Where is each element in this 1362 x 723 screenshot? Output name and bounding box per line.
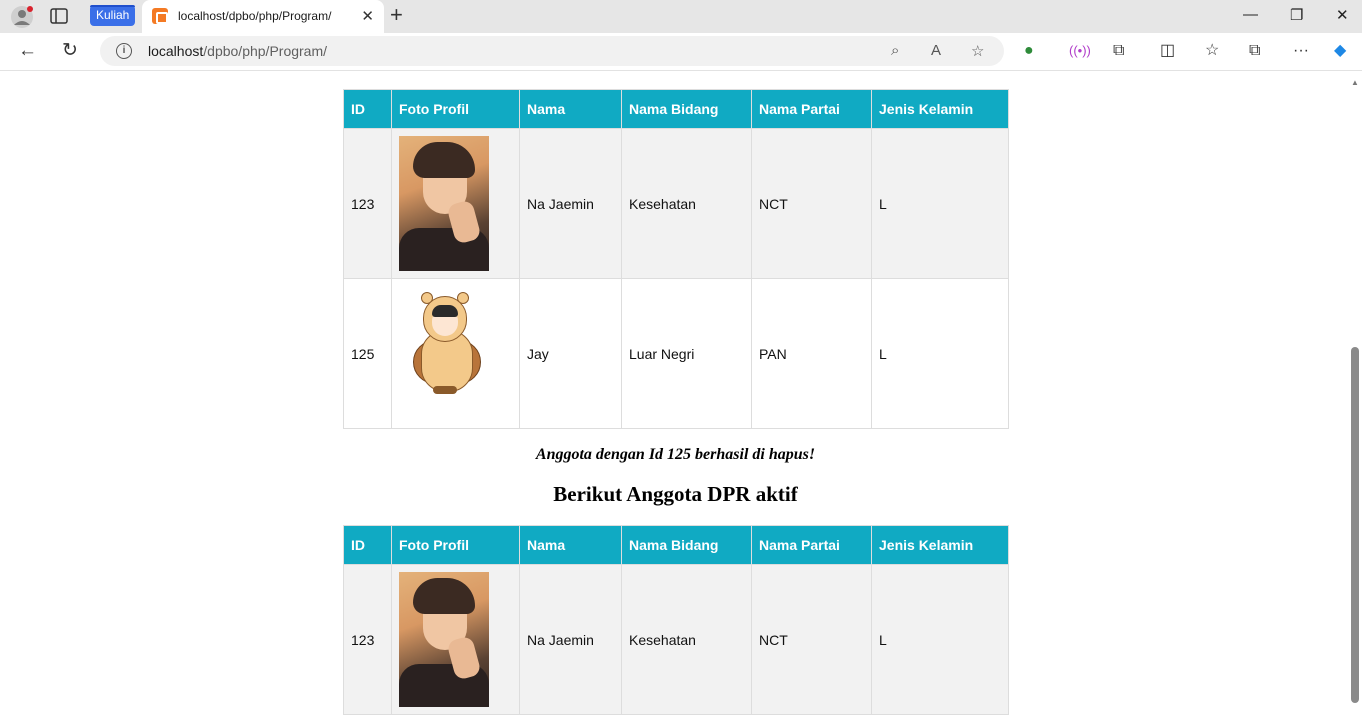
members-table-active: ID Foto Profil Nama Nama Bidang Nama Par…	[343, 525, 1009, 715]
cell-partai: PAN	[751, 278, 872, 429]
header-nama: Nama	[519, 525, 622, 565]
delete-success-message: Anggota dengan Id 125 berhasil di hapus!	[535, 446, 816, 463]
browser-tab-strip: Kuliah localhost/dpbo/php/Program/ ✕ + —…	[0, 0, 1362, 33]
cell-id: 123	[343, 128, 392, 279]
table-header-row: ID Foto Profil Nama Nama Bidang Nama Par…	[343, 89, 1009, 129]
copilot-icon[interactable]: ◆	[1334, 41, 1346, 61]
favorites-icon[interactable]: ☆	[1205, 41, 1219, 61]
active-members-heading: Berikut Anggota DPR aktif	[553, 482, 798, 506]
extensions-puzzle-icon[interactable]: ⧉	[1113, 41, 1124, 61]
cell-jenis-kelamin: L	[871, 128, 1009, 279]
extension-globe-icon[interactable]: ●	[1024, 41, 1034, 61]
header-nama-partai: Nama Partai	[751, 525, 872, 565]
cell-id: 123	[343, 564, 392, 715]
address-bar[interactable]: i localhost/dpbo/php/Program/ ⌕ A ☆	[100, 36, 1004, 66]
zoom-icon[interactable]: ⌕	[891, 42, 899, 59]
header-nama: Nama	[519, 89, 622, 129]
cell-jenis-kelamin: L	[871, 278, 1009, 429]
header-nama-bidang: Nama Bidang	[621, 525, 752, 565]
profile-photo-na-jaemin	[399, 572, 489, 707]
cell-id: 125	[343, 278, 392, 429]
back-arrow-icon[interactable]: ←	[18, 39, 37, 63]
page-content: ID Foto Profil Nama Nama Bidang Nama Par…	[343, 89, 1009, 715]
close-tab-icon[interactable]: ✕	[361, 7, 374, 25]
cell-foto	[391, 564, 520, 715]
profile-avatar-icon[interactable]	[10, 5, 34, 29]
tab-title: localhost/dpbo/php/Program/	[178, 9, 332, 23]
favorite-star-icon[interactable]: ☆	[971, 42, 984, 60]
restore-icon[interactable]: ❐	[1290, 6, 1303, 24]
header-id: ID	[343, 525, 392, 565]
site-info-icon[interactable]: i	[116, 43, 132, 59]
tab-group-chip[interactable]: Kuliah	[90, 5, 136, 26]
collections-icon[interactable]: ⧉	[1249, 41, 1260, 61]
tab-actions-icon[interactable]	[50, 8, 68, 24]
page-viewport: ID Foto Profil Nama Nama Bidang Nama Par…	[0, 72, 1348, 723]
profile-photo-jay-cartoon	[399, 286, 489, 421]
cell-nama: Na Jaemin	[519, 564, 622, 715]
scrollbar-thumb[interactable]	[1351, 347, 1359, 703]
cell-partai: NCT	[751, 128, 872, 279]
url-path: /dpbo/php/Program/	[203, 43, 328, 59]
extension-broadcast-icon[interactable]: ((•))	[1069, 41, 1091, 61]
header-id: ID	[343, 89, 392, 129]
header-nama-bidang: Nama Bidang	[621, 89, 752, 129]
address-url: localhost/dpbo/php/Program/	[148, 43, 327, 59]
cell-nama: Na Jaemin	[519, 128, 622, 279]
cell-foto	[391, 278, 520, 429]
table-row: 123 Na Jaemin Kesehatan NCT L	[343, 564, 1009, 715]
header-foto-profil: Foto Profil	[391, 89, 520, 129]
cell-partai: NCT	[751, 564, 872, 715]
scroll-up-arrow-icon[interactable]: ▲	[1351, 78, 1359, 87]
vertical-scrollbar[interactable]: ▲	[1348, 72, 1362, 723]
header-jenis-kelamin: Jenis Kelamin	[871, 89, 1009, 129]
read-aloud-icon[interactable]: A	[931, 42, 941, 59]
refresh-icon[interactable]: ↻	[62, 39, 78, 63]
cell-bidang: Luar Negri	[621, 278, 752, 429]
more-menu-icon[interactable]: ···	[1293, 41, 1309, 61]
table-row: 123 Na Jaemin Kesehatan NCT L	[343, 128, 1009, 279]
close-window-icon[interactable]: ✕	[1336, 6, 1349, 24]
minimize-icon[interactable]: —	[1243, 6, 1258, 23]
table-header-row: ID Foto Profil Nama Nama Bidang Nama Par…	[343, 525, 1009, 565]
header-foto-profil: Foto Profil	[391, 525, 520, 565]
new-tab-plus-icon[interactable]: +	[390, 4, 403, 26]
cell-bidang: Kesehatan	[621, 564, 752, 715]
url-host: localhost	[148, 43, 204, 59]
cell-nama: Jay	[519, 278, 622, 429]
browser-toolbar: ← ↻ i localhost/dpbo/php/Program/ ⌕ A ☆ …	[0, 33, 1362, 71]
cell-bidang: Kesehatan	[621, 128, 752, 279]
header-jenis-kelamin: Jenis Kelamin	[871, 525, 1009, 565]
split-screen-icon[interactable]: ◫	[1160, 41, 1175, 61]
cell-foto	[391, 128, 520, 279]
members-table-before: ID Foto Profil Nama Nama Bidang Nama Par…	[343, 89, 1009, 429]
profile-photo-na-jaemin	[399, 136, 489, 271]
xampp-favicon-icon	[152, 8, 168, 24]
table-row: 125 Jay Luar Negri PAN L	[343, 278, 1009, 429]
active-tab[interactable]: localhost/dpbo/php/Program/ ✕	[142, 0, 384, 33]
header-nama-partai: Nama Partai	[751, 89, 872, 129]
cell-jenis-kelamin: L	[871, 564, 1009, 715]
